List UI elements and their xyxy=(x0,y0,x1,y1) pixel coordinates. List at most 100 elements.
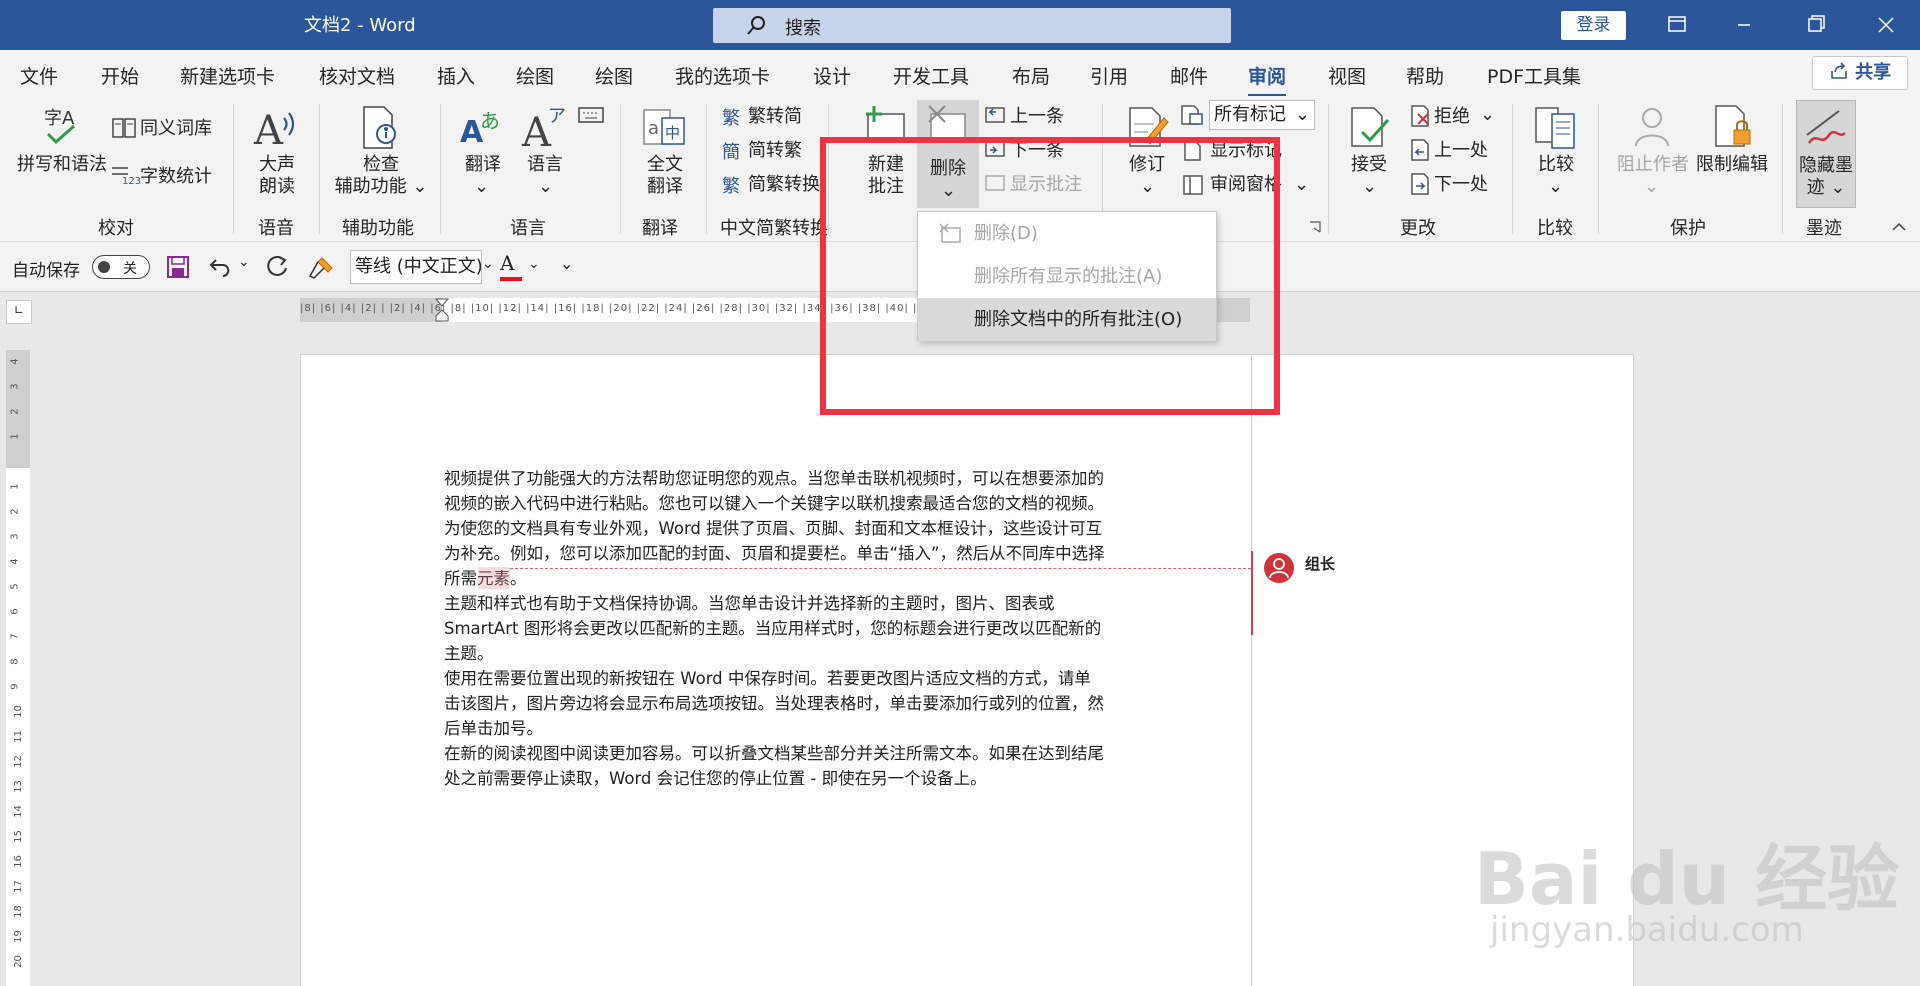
group-ink-label: 墨迹 xyxy=(1806,218,1842,239)
check-accessibility-icon xyxy=(363,106,396,149)
tab-design[interactable]: 设计 xyxy=(813,62,851,89)
hide-ink-button[interactable]: 隐藏墨迹 ⌄ xyxy=(1796,100,1856,208)
paragraph-line: 为补充。例如，您可以添加匹配的封面、页眉和提要栏。单击“插入”，然后从不同库中选… xyxy=(444,544,1105,563)
simp-to-trad-button[interactable]: 简转繁 xyxy=(748,140,802,162)
comment-author[interactable]: 组长 xyxy=(1305,553,1335,574)
autosave-toggle[interactable]: 关 xyxy=(92,255,150,279)
paragraph-1[interactable]: 视频提供了功能强大的方法帮助您证明您的观点。当您单击联机视频时，可以在想要添加的… xyxy=(444,466,1109,591)
keyboard-icon[interactable] xyxy=(578,106,604,124)
font-select-chevron-icon[interactable]: ⌄ xyxy=(482,256,494,272)
font-color-dropdown-icon[interactable]: ⌄ xyxy=(528,256,540,272)
close-icon[interactable] xyxy=(1866,8,1906,42)
check-accessibility-button[interactable]: 检查 辅助功能 ⌄ xyxy=(334,154,428,198)
svg-text:あ: あ xyxy=(480,109,500,133)
tracking-dialog-launcher-icon[interactable] xyxy=(1308,220,1322,234)
tab-insert[interactable]: 插入 xyxy=(437,62,475,89)
block-authors-dropdown-icon[interactable]: ⌄ xyxy=(1644,176,1659,198)
previous-comment-button[interactable]: 上一条 xyxy=(1010,106,1064,128)
previous-change-button[interactable]: 上一处 xyxy=(1434,140,1488,162)
paragraph-2[interactable]: 主题和样式也有助于文档保持协调。当您单击设计并选择新的主题时，图片、图表或 Sm… xyxy=(444,591,1109,666)
ruler-tick-label: 4 xyxy=(9,558,21,565)
reviewing-pane-dropdown-icon[interactable]: ⌄ xyxy=(1294,174,1309,196)
accept-dropdown-icon[interactable]: ⌄ xyxy=(1362,176,1377,198)
redo-icon[interactable] xyxy=(264,254,290,280)
tab-draw-2[interactable]: 绘图 xyxy=(595,62,633,89)
indent-marker-icon[interactable] xyxy=(435,298,449,322)
reject-dropdown-icon[interactable]: ⌄ xyxy=(1480,104,1495,126)
toggle-knob xyxy=(98,261,110,273)
tab-review[interactable]: 审阅 xyxy=(1248,62,1287,97)
watermark-url: jingyan.baidu.com xyxy=(1490,910,1804,950)
spelling-grammar-button[interactable]: 拼写和语法 xyxy=(14,154,110,176)
tab-view[interactable]: 视图 xyxy=(1328,62,1366,89)
tab-references[interactable]: 引用 xyxy=(1090,62,1128,89)
tab-new-tab[interactable]: 新建选项卡 xyxy=(180,62,275,89)
group-separator xyxy=(706,104,707,234)
accept-button[interactable]: 接受 xyxy=(1344,154,1394,176)
save-icon[interactable] xyxy=(166,255,190,279)
trad-to-simp-button[interactable]: 繁转简 xyxy=(748,106,802,128)
simp-trad-convert-button[interactable]: 简繁转换 xyxy=(748,174,820,196)
vertical-ruler[interactable]: 4 3 2 1 1 2 3 4 5 6 7 8 9 10 11 12 13 14 15 16 17 18 19 20 xyxy=(6,350,30,986)
ruler-tick-label: 10 xyxy=(12,705,24,718)
previous-comment-icon xyxy=(985,107,1005,123)
tab-draw-1[interactable]: 绘图 xyxy=(516,62,554,89)
tab-proofread[interactable]: 核对文档 xyxy=(319,62,395,89)
thesaurus-button[interactable]: 同义词库 xyxy=(140,118,212,140)
tab-mailings[interactable]: 邮件 xyxy=(1170,62,1208,89)
login-button[interactable]: 登录 xyxy=(1561,11,1626,40)
ruler-tick-label: 13 xyxy=(12,780,24,793)
group-proofing-label: 校对 xyxy=(98,218,134,239)
tab-developer[interactable]: 开发工具 xyxy=(893,62,969,89)
paragraph-3[interactable]: 使用在需要位置出现的新按钮在 Word 中保存时间。若要更改图片适应文档的方式，… xyxy=(444,666,1109,741)
comment-anchor-highlight[interactable] xyxy=(478,567,510,589)
font-color-swatch xyxy=(500,277,522,281)
restrict-editing-icon xyxy=(1715,105,1751,147)
undo-icon[interactable] xyxy=(208,254,234,280)
word-count-button[interactable]: 字数统计 xyxy=(140,166,212,188)
tab-file[interactable]: 文件 xyxy=(20,62,58,89)
svg-text:ア: ア xyxy=(548,106,566,127)
ruler-tick-label: 2 xyxy=(9,508,21,515)
paragraph-4[interactable]: 在新的阅读视图中阅读更加容易。可以折叠文档某些部分并关注所需文本。如果在达到结尾… xyxy=(444,741,1109,791)
comment-bar xyxy=(1251,551,1253,635)
tab-selector[interactable]: ∟ xyxy=(6,300,32,324)
customize-qat-icon[interactable]: ⌄ xyxy=(560,254,573,273)
translate-button[interactable]: 翻译 xyxy=(458,154,508,176)
ruler-tick-label: 6 xyxy=(9,608,21,615)
tab-layout[interactable]: 布局 xyxy=(1012,62,1050,89)
search-box[interactable]: 搜索 xyxy=(713,8,1231,43)
undo-dropdown-icon[interactable]: ⌄ xyxy=(238,254,250,270)
format-painter-icon[interactable] xyxy=(308,254,336,280)
full-translate-button[interactable]: 全文 翻译 xyxy=(640,154,690,198)
tab-pdf-tools[interactable]: PDF工具集 xyxy=(1487,62,1581,89)
collapse-ribbon-icon[interactable] xyxy=(1890,220,1908,234)
thesaurus-icon xyxy=(112,118,136,138)
restrict-editing-button[interactable]: 限制编辑 xyxy=(1692,154,1772,176)
minimize-icon[interactable] xyxy=(1724,8,1764,42)
group-chinese-label: 中文简繁转换 xyxy=(720,218,828,239)
svg-text:字A: 字A xyxy=(44,108,75,129)
tab-home[interactable]: 开始 xyxy=(101,62,139,89)
tab-help[interactable]: 帮助 xyxy=(1406,62,1444,89)
compare-dropdown-icon[interactable]: ⌄ xyxy=(1548,176,1563,198)
ribbon-display-options-icon[interactable] xyxy=(1657,8,1697,42)
language-dropdown-icon[interactable]: ⌄ xyxy=(538,176,553,198)
reject-button[interactable]: 拒绝 xyxy=(1434,106,1470,128)
read-aloud-button[interactable]: 大声 朗读 xyxy=(252,154,302,198)
language-button[interactable]: 语言 xyxy=(520,154,570,176)
translate-dropdown-icon[interactable]: ⌄ xyxy=(474,176,489,198)
tab-my-tab[interactable]: 我的选项卡 xyxy=(675,62,770,89)
next-change-button[interactable]: 下一处 xyxy=(1434,174,1488,196)
restore-icon[interactable] xyxy=(1795,8,1835,42)
font-name-select[interactable]: 等线 (中文正文) xyxy=(350,250,482,284)
compare-button[interactable]: 比较 xyxy=(1531,154,1581,176)
share-button[interactable]: 共享 xyxy=(1812,56,1908,90)
markup-select[interactable]: 所有标记 ⌄ xyxy=(1209,100,1315,130)
compare-icon xyxy=(1535,107,1575,149)
block-authors-button[interactable]: 阻止作者 xyxy=(1614,154,1692,176)
simp-trad-convert-icon: 繁 xyxy=(722,176,740,197)
ruler-tick-label: 1 xyxy=(9,483,21,490)
font-color-button[interactable]: A xyxy=(500,251,522,281)
ruler-tick-label: 3 xyxy=(9,533,21,540)
